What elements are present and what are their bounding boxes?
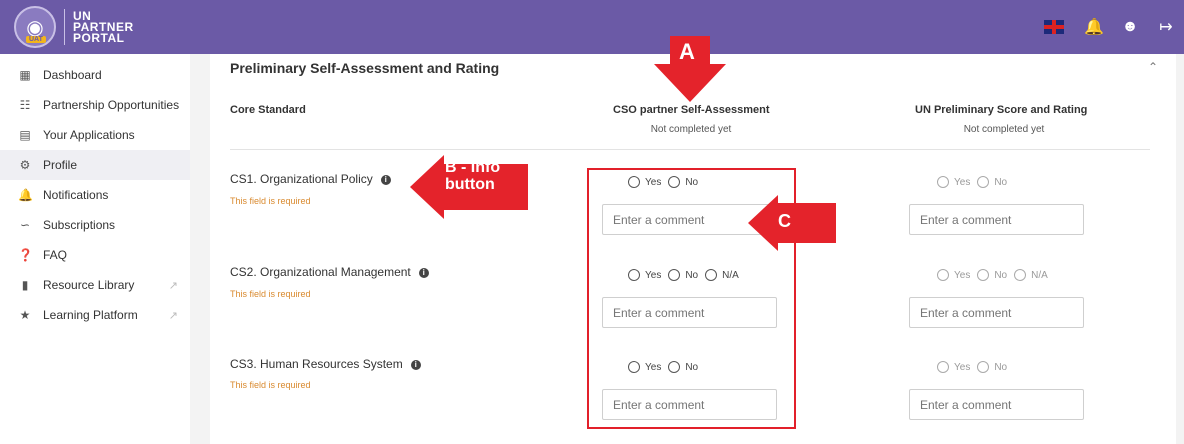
globe-icon: ☷ [19, 98, 31, 112]
sidebar-item-partnership-opportunities[interactable]: ☷ Partnership Opportunities [0, 90, 190, 120]
sidebar-item-label: Profile [43, 158, 78, 172]
radio-label-yes: Yes [954, 361, 971, 373]
annotation-label-b-line-2: button [445, 176, 495, 193]
account-icon[interactable]: ☻ [1112, 18, 1148, 36]
radio-label-no: No [994, 361, 1008, 373]
radio-label-no: No [994, 269, 1008, 281]
sidebar-item-notifications[interactable]: 🔔 Notifications [0, 180, 190, 210]
sidebar-item-learning-platform[interactable]: ★ Learning Platform ↗ [0, 300, 190, 330]
standard-label-text: CS2. Organizational Management [230, 265, 411, 279]
bell-icon[interactable]: 🔔 [1076, 17, 1112, 37]
annotation-label-a: A [679, 39, 695, 64]
sidebar-item-subscriptions[interactable]: ∽ Subscriptions [0, 210, 190, 240]
annotation-label-b: B - Info button [445, 159, 500, 193]
env-badge: UAT [26, 36, 46, 43]
standard-label-text: CS3. Human Resources System [230, 357, 403, 371]
bell-icon: 🔔 [18, 188, 33, 202]
column-header-core-standard: Core Standard [230, 104, 306, 116]
divider [230, 149, 1150, 150]
cs1-un-radio-group: Yes No [930, 176, 1007, 188]
radio-na[interactable] [1014, 269, 1027, 281]
dashboard-icon: ▦ [19, 68, 31, 82]
radio-no[interactable] [977, 176, 990, 188]
sidebar-item-resource-library[interactable]: ▮ Resource Library ↗ [0, 270, 190, 300]
brand-line-3: PORTAL [73, 30, 125, 45]
radio-label-no: No [994, 176, 1008, 188]
required-message: This field is required [230, 196, 311, 206]
top-actions: 🔔 ☻ ↦ [1044, 0, 1184, 54]
chevron-up-icon[interactable]: ⌃ [1148, 60, 1158, 74]
gear-icon: ⚙ [19, 158, 31, 172]
book-icon: ▮ [21, 278, 29, 292]
cs2-un-radio-group: Yes No N/A [930, 269, 1048, 281]
sidebar-item-label: Dashboard [43, 68, 102, 82]
sidebar-item-profile[interactable]: ⚙ Profile [0, 150, 190, 180]
un-status: Not completed yet [963, 124, 1045, 135]
clipboard-icon: ▤ [19, 128, 31, 142]
sidebar-item-label: Resource Library [43, 278, 135, 292]
required-message: This field is required [230, 380, 311, 390]
radio-yes[interactable] [937, 176, 949, 188]
sidebar-item-label: Partnership Opportunities [43, 98, 180, 112]
annotation-arrow-c [748, 195, 836, 251]
radio-yes[interactable] [937, 361, 949, 373]
cs3-un-comment-input[interactable] [909, 389, 1084, 420]
standard-label-cs3: CS3. Human Resources System i [230, 357, 421, 371]
section-title: Preliminary Self-Assessment and Rating [230, 60, 500, 76]
standard-label-cs1: CS1. Organizational Policy i [230, 172, 391, 186]
sidebar-item-label: Your Applications [43, 128, 135, 142]
radio-label-na: N/A [1031, 269, 1048, 281]
info-icon[interactable]: i [410, 359, 421, 370]
radio-no[interactable] [977, 361, 990, 373]
radio-label-yes: Yes [954, 176, 971, 188]
standard-label-cs2: CS2. Organizational Management i [230, 265, 429, 279]
sidebar-item-faq[interactable]: ❓ FAQ [0, 240, 190, 270]
help-icon: ❓ [18, 248, 33, 262]
sidebar-item-label: Subscriptions [43, 218, 116, 232]
rss-icon: ∽ [19, 218, 31, 232]
logout-icon[interactable]: ↦ [1148, 17, 1184, 37]
un-partner-portal-logo[interactable]: ◉ UAT UN PARTNER PORTAL [14, 6, 134, 48]
info-icon[interactable]: i [380, 174, 391, 185]
cs2-un-comment-input[interactable] [909, 297, 1084, 328]
column-header-un: UN Preliminary Score and Rating [915, 104, 1088, 116]
external-link-icon: ↗ [168, 309, 178, 322]
sidebar-item-label: Notifications [43, 188, 109, 202]
top-bar: ◉ UAT UN PARTNER PORTAL 🔔 ☻ ↦ [0, 0, 1184, 54]
logo-divider [64, 9, 65, 45]
uk-flag-icon[interactable] [1044, 20, 1064, 34]
sidebar: ▦ Dashboard ☷ Partnership Opportunities … [0, 54, 190, 444]
radio-yes[interactable] [937, 269, 949, 281]
sidebar-item-dashboard[interactable]: ▦ Dashboard [0, 60, 190, 90]
required-message: This field is required [230, 289, 311, 299]
external-link-icon: ↗ [168, 279, 178, 292]
annotation-label-b-line-1: B - Info [445, 159, 501, 176]
cs1-un-comment-input[interactable] [909, 204, 1084, 235]
cs3-un-radio-group: Yes No [930, 361, 1007, 373]
cso-status: Not completed yet [650, 124, 732, 135]
radio-no[interactable] [977, 269, 990, 281]
info-icon[interactable]: i [418, 267, 429, 278]
logo-text: UN PARTNER PORTAL [73, 10, 134, 45]
star-icon: ★ [19, 308, 31, 322]
annotation-label-c: C [778, 211, 791, 231]
radio-label-yes: Yes [954, 269, 971, 281]
sidebar-item-label: Learning Platform [43, 308, 138, 322]
column-header-cso: CSO partner Self-Assessment [613, 104, 770, 116]
sidebar-item-your-applications[interactable]: ▤ Your Applications [0, 120, 190, 150]
sidebar-item-label: FAQ [43, 248, 68, 262]
standard-label-text: CS1. Organizational Policy [230, 172, 373, 186]
